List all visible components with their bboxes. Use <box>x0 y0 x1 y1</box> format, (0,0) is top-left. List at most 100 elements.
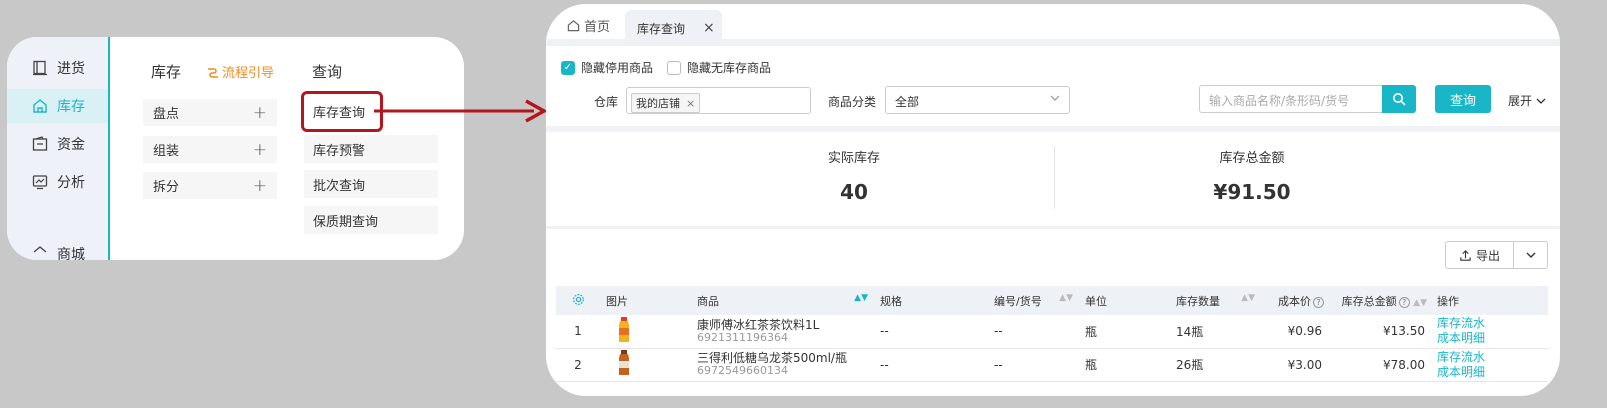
sort-icon[interactable]: ▲▼ <box>1241 293 1255 303</box>
actual-stock-value: 40 <box>840 180 868 204</box>
stock-item-split[interactable]: 拆分 + <box>143 172 277 199</box>
expand-toggle[interactable]: 展开 <box>1508 92 1546 109</box>
product-image[interactable] <box>600 315 691 349</box>
query-item-batch-query[interactable]: 批次查询 <box>304 170 438 198</box>
product-cell: 三得利低糖乌龙茶500ml/瓶 6972549660134 <box>691 348 874 382</box>
plus-icon[interactable]: + <box>253 103 267 123</box>
wallet-icon <box>32 136 48 152</box>
stock-item-label: 拆分 <box>153 180 180 195</box>
export-button[interactable]: 导出 <box>1446 242 1514 268</box>
flow-icon <box>208 67 218 78</box>
cost-detail-link[interactable]: 成本明细 <box>1437 331 1548 346</box>
chevron-down-icon <box>1536 98 1546 104</box>
warehouse-tag-label: 我的店铺 <box>636 97 680 110</box>
export-dropdown[interactable] <box>1514 242 1547 268</box>
nav-item-funds[interactable]: 资金 <box>7 127 108 161</box>
category-select[interactable]: 全部 <box>885 86 1070 114</box>
query-item-stock-alert[interactable]: 库存预警 <box>304 135 438 163</box>
plus-icon[interactable]: + <box>253 176 267 196</box>
actions-cell: 库存流水 成本明细 <box>1431 348 1548 382</box>
hide-no-stock-checkbox[interactable] <box>667 60 682 75</box>
total-amount-label: 库存总金额 <box>1219 151 1285 166</box>
hide-disabled-label: 隐藏停用商品 <box>581 61 654 75</box>
tag-close-icon[interactable]: × <box>686 97 695 110</box>
sku-cell: -- <box>988 348 1079 382</box>
stock-heading: 库存 <box>151 63 182 81</box>
query-heading: 查询 <box>312 63 343 81</box>
stock-flow-link[interactable]: 库存流水 <box>1437 350 1548 365</box>
tab-home[interactable]: 首页 <box>567 16 610 35</box>
qty-cell: 14瓶 <box>1170 315 1261 349</box>
sku-cell: -- <box>988 315 1079 349</box>
stock-item-stocktake[interactable]: 盘点 + <box>143 99 277 126</box>
product-image[interactable] <box>600 348 691 382</box>
nav-item-purchase[interactable]: 进货 <box>7 51 108 85</box>
actual-stock-stat: 实际库存 40 <box>754 147 954 204</box>
unit-cell: 瓶 <box>1079 315 1170 349</box>
col-header-label: 编号/货号 <box>994 294 1042 308</box>
query-item-label: 库存预警 <box>313 143 366 159</box>
nav-item-inventory[interactable]: 库存 <box>7 89 108 123</box>
stock-flow-link[interactable]: 库存流水 <box>1437 316 1548 331</box>
actions-cell: 库存流水 成本明细 <box>1431 315 1548 349</box>
col-header-sku[interactable]: 编号/货号 ▲▼ <box>988 286 1079 315</box>
stat-divider <box>1054 146 1055 209</box>
col-header-qty[interactable]: 库存数量 ▲▼ <box>1170 286 1261 315</box>
nav-item-label: 库存 <box>57 99 85 115</box>
close-icon[interactable]: × <box>703 20 715 36</box>
sort-icon[interactable]: ▲▼ <box>1413 298 1427 308</box>
hide-disabled-checkbox[interactable]: ✓ <box>561 60 575 75</box>
sort-icon[interactable]: ▲▼ <box>854 293 868 303</box>
plus-icon[interactable]: + <box>253 140 267 160</box>
stock-item-label: 组装 <box>153 144 180 159</box>
section-divider <box>546 126 1560 132</box>
category-value: 全部 <box>895 95 920 109</box>
total-cell: ¥13.50 <box>1328 315 1431 349</box>
warehouse-select[interactable]: 我的店铺 × <box>626 87 811 114</box>
export-button-group: 导出 <box>1445 241 1548 269</box>
row-index: 1 <box>556 315 600 349</box>
col-header-cost: 成本价? <box>1261 286 1328 315</box>
total-cell: ¥78.00 <box>1328 348 1431 382</box>
col-header-image: 图片 <box>600 286 691 315</box>
section-divider <box>546 226 1560 229</box>
filter-options: ✓ 隐藏停用商品 隐藏无库存商品 <box>561 59 785 76</box>
product-barcode: 6921311196364 <box>697 330 788 344</box>
query-item-label: 批次查询 <box>313 178 366 194</box>
cost-cell: ¥0.96 <box>1261 315 1328 349</box>
unit-cell: 瓶 <box>1079 348 1170 382</box>
search-input[interactable]: 输入商品名称/条形码/货号 <box>1199 85 1383 113</box>
column-settings[interactable] <box>556 286 600 315</box>
col-header-total[interactable]: 库存总金额? ▲▼ <box>1328 286 1431 315</box>
search-icon <box>1393 93 1406 106</box>
query-item-label: 保质期查询 <box>313 214 379 230</box>
table-row: 1 康师傅冰红茶茶饮料1L 6921311196364 -- -- 瓶 14瓶 … <box>556 315 1548 349</box>
total-amount-value: ¥91.50 <box>1213 180 1291 204</box>
bottle-image <box>619 316 629 342</box>
bottle-image <box>619 350 629 375</box>
nav-item-label: 进货 <box>57 61 85 77</box>
nav-item-analysis[interactable]: 分析 <box>7 165 108 199</box>
cost-detail-link[interactable]: 成本明细 <box>1437 365 1548 380</box>
expand-label: 展开 <box>1508 94 1533 108</box>
table-header-row: 图片 商品 ▲▼ 规格 编号/货号 ▲▼ 单位 库存数量 ▲▼ 成本价? 库存总金额?… <box>556 286 1548 315</box>
sort-icon[interactable]: ▲▼ <box>1059 293 1073 303</box>
stock-item-assemble[interactable]: 组装 + <box>143 136 277 163</box>
process-guide-link[interactable]: 流程引导 <box>207 62 274 81</box>
upload-icon <box>1460 249 1471 261</box>
nav-item-label: 资金 <box>57 137 85 153</box>
help-icon[interactable]: ? <box>1313 296 1324 308</box>
tab-stock-query[interactable]: 库存查询 × <box>625 10 722 46</box>
nav-item-mall[interactable]: 商城 <box>7 240 108 260</box>
guide-label: 流程引导 <box>222 66 275 81</box>
nav-item-label: 分析 <box>57 175 85 191</box>
search-button[interactable] <box>1382 85 1416 113</box>
query-item-stock-query[interactable]: 库存查询 <box>301 91 383 132</box>
query-item-shelf-life[interactable]: 保质期查询 <box>304 206 438 234</box>
stock-item-label: 盘点 <box>153 107 180 122</box>
col-header-product[interactable]: 商品 ▲▼ <box>691 286 874 315</box>
total-amount-stat: 库存总金额 ¥91.50 <box>1152 147 1352 204</box>
help-icon[interactable]: ? <box>1398 296 1410 308</box>
query-button[interactable]: 查询 <box>1435 85 1491 113</box>
spec-cell: -- <box>874 315 988 349</box>
